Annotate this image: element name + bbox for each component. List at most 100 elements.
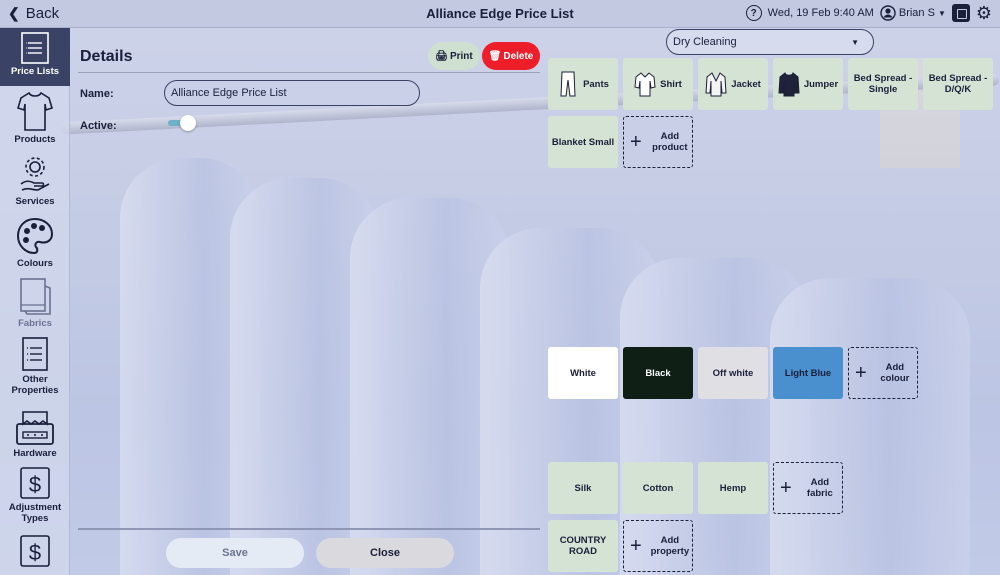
product-label: Pants	[583, 78, 609, 90]
tshirt-icon	[17, 91, 53, 131]
list-icon	[21, 32, 49, 64]
fabric-tile-hemp[interactable]: Hemp	[698, 462, 768, 514]
user-name: Brian S	[898, 7, 935, 19]
close-label: Close	[370, 547, 400, 559]
delete-label: Delete	[503, 50, 534, 62]
save-button[interactable]: Save	[166, 538, 304, 568]
colour-tile-white[interactable]: White	[548, 347, 618, 399]
service-select[interactable]: Dry Cleaning ▼	[666, 29, 874, 55]
close-button[interactable]: Close	[316, 538, 454, 568]
sidebar-item-services[interactable]: Services	[0, 154, 70, 207]
palette-icon	[16, 217, 54, 255]
product-label: Jumper	[803, 78, 839, 90]
product-tile-jacket[interactable]: Jacket	[698, 58, 768, 110]
fabric-tile-cotton[interactable]: Cotton	[623, 462, 693, 514]
add-property-button[interactable]: + Add property	[623, 520, 693, 572]
back-label: Back	[25, 5, 60, 22]
sidebar-item-label: Other Properties	[11, 374, 59, 396]
caret-down-icon: ▼	[937, 8, 946, 18]
shirt-icon	[634, 72, 656, 97]
sidebar-item-label: Price Lists	[10, 66, 60, 77]
plus-icon: +	[780, 477, 792, 499]
sidebar-item-label: Hardware	[13, 448, 57, 459]
product-tile-blanket-small[interactable]: Blanket Small	[548, 116, 618, 168]
product-tile-jumper[interactable]: Jumper	[773, 58, 843, 110]
property-tile-country-road[interactable]: COUNTRY ROAD	[548, 520, 618, 572]
sidebar-item-fabrics[interactable]: Fabrics	[0, 276, 70, 329]
property-label: COUNTRY ROAD	[559, 535, 607, 557]
sidebar-item-pricing[interactable]: $	[0, 534, 70, 570]
chevron-left-icon: ❮	[8, 5, 20, 21]
svg-text:$: $	[29, 540, 41, 565]
user-avatar-icon	[880, 5, 896, 21]
sidebar-item-adjustment-types[interactable]: $ Adjustment Types	[0, 466, 70, 524]
product-tile-shirt[interactable]: Shirt	[623, 58, 693, 110]
sidebar-item-colours[interactable]: Colours	[0, 216, 70, 269]
dollar-icon: $	[20, 467, 50, 499]
sidebar-item-products[interactable]: Products	[0, 90, 70, 145]
active-toggle[interactable]	[168, 115, 196, 131]
delete-button[interactable]: 🗑 Delete	[482, 42, 540, 70]
active-label: Active:	[80, 120, 117, 132]
sidebar-item-label: Products	[14, 134, 56, 145]
jumper-icon	[778, 72, 800, 97]
details-title: Details	[80, 48, 133, 65]
fabric-tile-silk[interactable]: Silk	[548, 462, 618, 514]
add-colour-label: Add colour	[880, 362, 910, 384]
add-fabric-label: Add fabric	[806, 477, 833, 499]
add-property-label: Add property	[650, 535, 690, 557]
sidebar-item-price-lists[interactable]: Price Lists	[0, 28, 70, 86]
print-label: Print	[449, 50, 473, 62]
sidebar-item-other-properties[interactable]: Other Properties	[0, 336, 70, 396]
name-label: Name:	[80, 88, 114, 100]
product-tile-bed-spread-single[interactable]: Bed Spread - Single	[848, 58, 918, 110]
add-fabric-button[interactable]: + Add fabric	[773, 462, 843, 514]
sidebar: Price Lists Products Services Colours Fa…	[0, 28, 70, 575]
add-product-button[interactable]: + Add product	[623, 116, 693, 168]
top-right-controls: ? Wed, 19 Feb 9:40 AM Brian S ▼ ⚙	[745, 4, 992, 22]
details-divider	[78, 72, 540, 73]
product-label: Jacket	[731, 78, 761, 90]
sidebar-item-label: Colours	[17, 258, 53, 269]
tablet-icon[interactable]	[951, 4, 970, 22]
colour-label: Light Blue	[784, 367, 832, 379]
sidebar-item-label: Adjustment Types	[8, 502, 62, 524]
product-tile-bed-spread-dqk[interactable]: Bed Spread - D/Q/K	[923, 58, 993, 110]
back-button[interactable]: ❮ Back	[8, 5, 59, 22]
colour-tile-black[interactable]: Black	[623, 347, 693, 399]
colour-tile-light-blue[interactable]: Light Blue	[773, 347, 843, 399]
product-label: Shirt	[660, 78, 682, 90]
printer-icon	[16, 411, 54, 445]
sidebar-item-hardware[interactable]: Hardware	[0, 410, 70, 459]
name-input[interactable]	[164, 80, 420, 106]
help-icon[interactable]: ?	[745, 5, 762, 21]
product-label: Blanket Small	[551, 136, 615, 148]
add-colour-button[interactable]: + Add colour	[848, 347, 918, 399]
settings-gear-icon[interactable]: ⚙	[976, 4, 992, 22]
printer-icon: 🖨	[435, 50, 448, 62]
list-icon	[22, 337, 48, 371]
background-overlay	[0, 28, 1000, 575]
fabric-label: Hemp	[719, 482, 747, 494]
colour-tile-off-white[interactable]: Off white	[698, 347, 768, 399]
colour-label: Black	[645, 367, 671, 379]
add-product-label: Add product	[652, 131, 688, 153]
user-menu[interactable]: Brian S ▼	[880, 5, 946, 21]
fabric-label: Silk	[574, 482, 592, 494]
colour-label: White	[570, 367, 596, 379]
fabric-label: Cotton	[642, 482, 674, 494]
toggle-knob	[180, 115, 196, 131]
colour-label: Off white	[712, 367, 754, 379]
fabric-swatch-icon	[20, 278, 51, 315]
product-tile-pants[interactable]: Pants	[548, 58, 618, 110]
print-button[interactable]: 🖨 Print	[428, 42, 480, 70]
footer-divider	[78, 528, 540, 530]
jacket-icon	[705, 72, 727, 97]
service-select-value: Dry Cleaning	[673, 36, 737, 48]
gear-hand-icon	[20, 157, 50, 191]
datetime-display: Wed, 19 Feb 9:40 AM	[767, 7, 874, 19]
caret-down-icon: ▼	[851, 37, 859, 47]
sidebar-item-label: Fabrics	[18, 318, 52, 329]
svg-text:$: $	[29, 472, 41, 497]
pants-icon	[560, 71, 576, 97]
